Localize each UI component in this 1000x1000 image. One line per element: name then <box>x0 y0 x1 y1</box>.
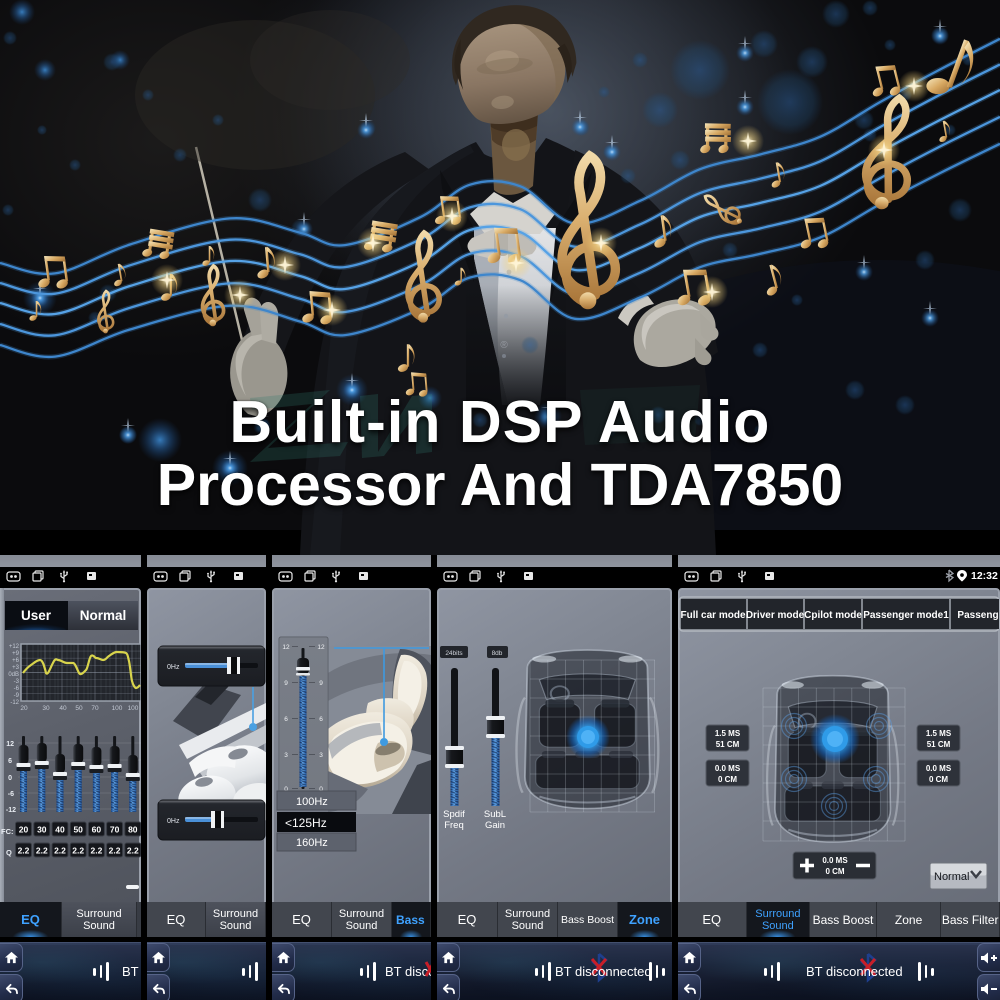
svg-text:40: 40 <box>59 705 67 712</box>
svg-text:Q: Q <box>6 848 12 857</box>
svg-text:Full car mode: Full car mode <box>680 610 745 621</box>
svg-text:<125Hz: <125Hz <box>285 816 327 830</box>
svg-text:Passenger mode1: Passenger mode1 <box>863 610 949 621</box>
svg-text:12: 12 <box>6 741 14 748</box>
svg-text:0dB: 0dB <box>8 672 19 678</box>
svg-text:+9: +9 <box>12 651 20 657</box>
svg-text:®: ® <box>500 340 508 351</box>
svg-text:20: 20 <box>20 705 28 712</box>
svg-text:Normal: Normal <box>934 871 969 883</box>
svg-text:3: 3 <box>319 752 323 759</box>
svg-text:2.2: 2.2 <box>54 846 66 856</box>
svg-text:Freq: Freq <box>444 820 464 831</box>
svg-text:24bits: 24bits <box>445 650 463 657</box>
svg-text:70: 70 <box>110 825 120 835</box>
svg-text:-6: -6 <box>14 686 20 692</box>
svg-text:Gain: Gain <box>485 820 505 831</box>
svg-text:Spdif: Spdif <box>443 809 465 820</box>
svg-text:1.5 MS: 1.5 MS <box>926 729 952 738</box>
svg-text:0: 0 <box>8 775 12 782</box>
svg-text:12: 12 <box>317 644 325 651</box>
svg-text:Normal: Normal <box>80 608 127 623</box>
svg-text:50: 50 <box>75 705 83 712</box>
svg-text:-12: -12 <box>6 807 16 814</box>
svg-text:0Hz: 0Hz <box>167 818 180 825</box>
svg-text:-9: -9 <box>14 693 20 699</box>
svg-text:70: 70 <box>91 705 99 712</box>
svg-text:20: 20 <box>19 825 29 835</box>
svg-text:30: 30 <box>42 705 50 712</box>
svg-text:40: 40 <box>55 825 65 835</box>
svg-text:6: 6 <box>284 716 288 723</box>
svg-text:160Hz: 160Hz <box>296 837 328 849</box>
svg-text:Driver mode: Driver mode <box>746 610 805 621</box>
svg-text:1.5 MS: 1.5 MS <box>715 729 741 738</box>
svg-text:100: 100 <box>112 705 123 712</box>
svg-text:Cpilot mode: Cpilot mode <box>804 610 862 621</box>
svg-text:2.2: 2.2 <box>90 846 102 856</box>
svg-text:Passeng: Passeng <box>957 610 998 621</box>
svg-text:+3: +3 <box>12 665 20 671</box>
svg-text:9: 9 <box>284 680 288 687</box>
svg-text:80: 80 <box>128 825 138 835</box>
svg-text:0.0 MS: 0.0 MS <box>822 856 848 865</box>
svg-text:0 CM: 0 CM <box>825 867 844 876</box>
svg-text:+6: +6 <box>12 658 20 664</box>
svg-text:0.0 MS: 0.0 MS <box>715 764 741 773</box>
svg-text:-6: -6 <box>8 791 14 798</box>
svg-text:2.2: 2.2 <box>109 846 121 856</box>
svg-text:30: 30 <box>37 825 47 835</box>
svg-text:FC:: FC: <box>1 827 14 836</box>
svg-text:12: 12 <box>282 644 290 651</box>
svg-text:User: User <box>21 608 52 623</box>
svg-text:2.2: 2.2 <box>18 846 30 856</box>
svg-text:0Hz: 0Hz <box>167 664 180 671</box>
svg-text:+12: +12 <box>9 644 20 650</box>
svg-text:100: 100 <box>128 705 139 712</box>
svg-text:51 CM: 51 CM <box>716 740 740 749</box>
svg-text:0 CM: 0 CM <box>718 775 737 784</box>
svg-text:8db: 8db <box>492 650 503 657</box>
svg-text:0.0 MS: 0.0 MS <box>926 764 952 773</box>
svg-text:2.2: 2.2 <box>127 846 139 856</box>
svg-text:2.2: 2.2 <box>36 846 48 856</box>
svg-text:2.2: 2.2 <box>72 846 84 856</box>
svg-text:-3: -3 <box>14 679 20 685</box>
svg-text:SubL: SubL <box>484 809 506 820</box>
svg-text:60: 60 <box>92 825 102 835</box>
svg-text:0 CM: 0 CM <box>929 775 948 784</box>
svg-text:-12: -12 <box>10 700 19 706</box>
svg-text:50: 50 <box>73 825 83 835</box>
svg-text:6: 6 <box>319 716 323 723</box>
svg-text:9: 9 <box>319 680 323 687</box>
svg-text:3: 3 <box>284 752 288 759</box>
svg-text:100Hz: 100Hz <box>296 796 328 808</box>
svg-text:6: 6 <box>8 758 12 765</box>
svg-text:51 CM: 51 CM <box>927 740 951 749</box>
